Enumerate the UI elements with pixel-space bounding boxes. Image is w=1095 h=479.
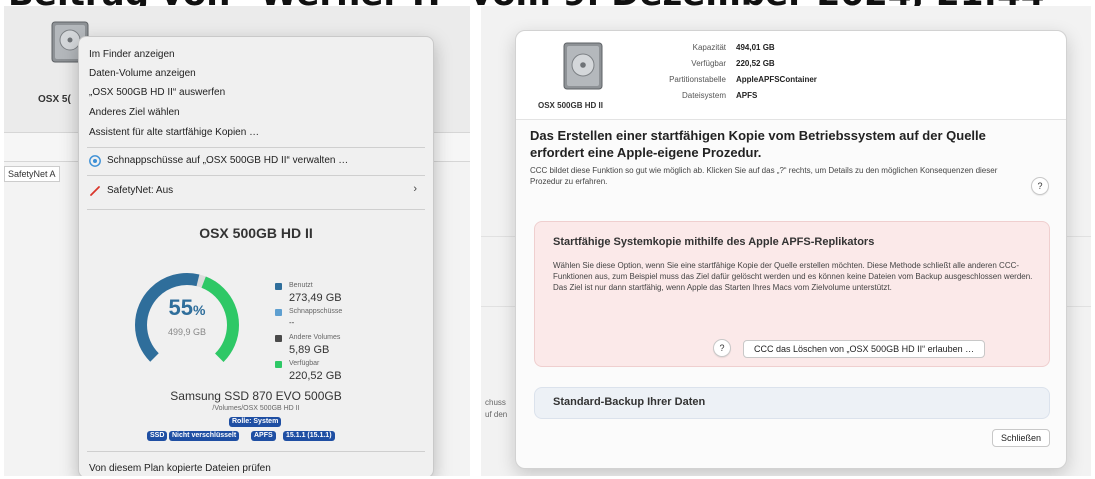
usage-donut-chart: [134, 273, 239, 377]
bootable-copy-option-card: Startfähige Systemkopie mithilfe des App…: [534, 221, 1050, 367]
legend-label-snapshots: Schnappschüsse: [289, 308, 343, 315]
badge-os-version: 15.1.1 (15.1.1): [283, 431, 335, 441]
menu-item-manage-snapshots[interactable]: Schnappschüsse auf „OSX 500GB HD II“ ver…: [107, 155, 348, 166]
info-value-available: 220,52 GB: [736, 59, 775, 68]
standard-backup-option-card[interactable]: Standard-Backup Ihrer Daten: [534, 387, 1050, 419]
snapshot-icon: [89, 155, 101, 167]
menu-separator: [87, 147, 425, 148]
background-text: chuss: [485, 398, 506, 407]
disk-label: OSX 5(: [38, 94, 71, 105]
info-key-filesystem: Dateisystem: [681, 91, 726, 100]
ccc-source-menu-screenshot: OSX 5( SafetyNet A Im Finder anzeigen Da…: [4, 6, 470, 476]
menu-item-legacy-bootable-assistant[interactable]: Assistent für alte startfähige Kopien …: [89, 127, 259, 138]
help-button[interactable]: ?: [1031, 177, 1049, 195]
background-text: uf den: [485, 410, 508, 419]
info-key-partition-table: Partitionstabelle: [669, 75, 726, 84]
legend-swatch-other-volumes: [275, 335, 282, 342]
capacity-label: 499,9 GB: [167, 327, 207, 337]
chevron-right-icon: ›: [413, 183, 417, 195]
dialog-heading: Das Erstellen einer startfähigen Kopie v…: [530, 128, 986, 160]
context-menu: Im Finder anzeigen Daten-Volume anzeigen…: [78, 36, 434, 476]
volume-name: OSX 500GB HD II: [199, 225, 313, 241]
menu-separator: [87, 209, 425, 210]
menu-item-show-in-finder[interactable]: Im Finder anzeigen: [89, 49, 175, 60]
usage-percent: 55%: [168, 295, 206, 320]
legend-label-available: Verfügbar: [289, 360, 320, 367]
badge-filesystem: APFS: [251, 431, 276, 441]
dialog: OSX 500GB HD II Kapazität 494,01 GB Verf…: [515, 30, 1067, 469]
menu-item-safetynet[interactable]: SafetyNet: Aus: [107, 185, 173, 196]
legend-swatch-snapshots: [275, 309, 282, 316]
mount-path: /Volumes/OSX 500GB HD II: [212, 405, 300, 412]
option-help-button[interactable]: ?: [713, 339, 731, 357]
info-key-available: Verfügbar: [691, 59, 726, 68]
legend-value-other-volumes: 5,89 GB: [289, 344, 330, 356]
standard-backup-title: Standard-Backup Ihrer Daten: [553, 396, 706, 408]
legend-swatch-used: [275, 283, 282, 290]
allow-erase-button[interactable]: CCC das Löschen von „OSX 500GB HD II“ er…: [743, 340, 986, 358]
badge-encryption: Nicht verschlüsselt: [169, 431, 240, 441]
info-value-filesystem: APFS: [736, 91, 758, 100]
info-key-capacity: Kapazität: [692, 43, 726, 52]
legend-label-used: Benutzt: [289, 282, 313, 289]
safetynet-off-icon: [90, 186, 100, 196]
legend-value-snapshots: --: [289, 318, 295, 327]
ccc-bootable-copy-dialog-screenshot: chuss uf den OSX 500GB HD II Kapazität 4…: [481, 6, 1091, 476]
info-value-partition-table: AppleAPFSContainer: [736, 75, 817, 84]
safetynet-column-label: SafetyNet A: [4, 166, 60, 182]
legend-swatch-available: [275, 361, 282, 368]
menu-item-verify-copied-files[interactable]: Von diesem Plan kopierte Dateien prüfen: [89, 463, 271, 474]
legend-label-other-volumes: Andere Volumes: [289, 334, 341, 341]
legend-value-used: 273,49 GB: [289, 292, 342, 304]
disk-model: Samsung SSD 870 EVO 500GB: [170, 389, 342, 403]
menu-item-show-data-volume[interactable]: Daten-Volume anzeigen: [89, 68, 196, 79]
dialog-description: CCC bildet diese Funktion so gut wie mög…: [530, 166, 998, 186]
legend-value-available: 220,52 GB: [289, 370, 342, 382]
option-description: Wählen Sie diese Option, wenn Sie eine s…: [553, 261, 1033, 292]
role-badge: Rolle: System: [229, 417, 282, 427]
badge-ssd: SSD: [147, 431, 168, 441]
menu-separator: [87, 451, 425, 452]
close-button[interactable]: Schließen: [991, 429, 1050, 447]
dialog-header: OSX 500GB HD II Kapazität 494,01 GB Verf…: [516, 31, 1066, 120]
menu-item-eject[interactable]: „OSX 500GB HD II“ auswerfen: [89, 87, 225, 98]
info-value-capacity: 494,01 GB: [736, 43, 775, 52]
disk-label: OSX 500GB HD II: [538, 101, 603, 110]
menu-separator: [87, 175, 425, 176]
option-title: Startfähige Systemkopie mithilfe des App…: [553, 236, 875, 248]
menu-item-choose-other-destination[interactable]: Anderes Ziel wählen: [89, 107, 180, 118]
